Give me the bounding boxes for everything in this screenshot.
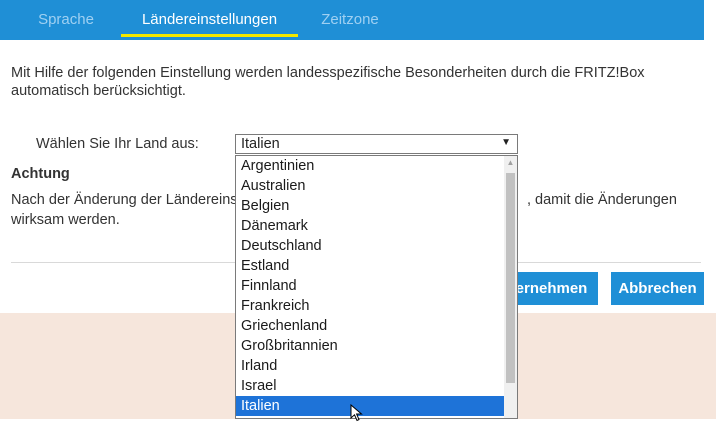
cancel-button[interactable]: Abbrechen (611, 272, 704, 305)
tab-laendereinstellungen-label: Ländereinstellungen (141, 11, 278, 28)
country-select-label: Wählen Sie Ihr Land aus: (36, 136, 199, 152)
scroll-up-arrow-icon[interactable]: ▲ (504, 156, 517, 170)
dropdown-scrollbar[interactable]: ▲ (504, 156, 517, 418)
mouse-cursor-icon (350, 404, 363, 422)
tab-laendereinstellungen[interactable]: Ländereinstellungen (121, 0, 298, 40)
warning-line-1-tail: , damit die Änderungen (527, 192, 677, 208)
country-option-deutschland[interactable]: Deutschland (236, 236, 505, 256)
tab-bar: Sprache Ländereinstellungen Zeitzone (0, 0, 716, 40)
country-option-griechenland[interactable]: Griechenland (236, 316, 505, 336)
warning-line-1: Nach der Änderung der Ländereinst (11, 192, 242, 208)
description-text: Mit Hilfe der folgenden Einstellung werd… (11, 65, 645, 99)
chevron-down-icon: ▼ (501, 137, 511, 148)
country-option-italien[interactable]: Italien (236, 396, 505, 416)
country-dropdown-list[interactable]: Argentinien Australien Belgien Dänemark … (235, 155, 518, 419)
tab-zeitzone[interactable]: Zeitzone (310, 0, 390, 40)
country-option-finnland[interactable]: Finnland (236, 276, 505, 296)
warning-line-2: wirksam werden. (11, 212, 120, 228)
warning-title: Achtung (11, 166, 70, 182)
tab-sprache[interactable]: Sprache (22, 0, 110, 40)
apply-button[interactable]: ernehmen (505, 272, 598, 305)
country-option-daenemark[interactable]: Dänemark (236, 216, 505, 236)
country-option-belgien[interactable]: Belgien (236, 196, 505, 216)
country-select-value: Italien (241, 136, 280, 152)
active-tab-indicator (121, 34, 298, 37)
country-option-irland[interactable]: Irland (236, 356, 505, 376)
country-option-australien[interactable]: Australien (236, 176, 505, 196)
country-select[interactable]: Italien ▼ (235, 134, 518, 154)
country-option-argentinien[interactable]: Argentinien (236, 156, 505, 176)
country-option-frankreich[interactable]: Frankreich (236, 296, 505, 316)
country-option-israel[interactable]: Israel (236, 376, 505, 396)
country-option-estland[interactable]: Estland (236, 256, 505, 276)
scroll-thumb[interactable] (506, 173, 515, 383)
country-option-grossbritannien[interactable]: Großbritannien (236, 336, 505, 356)
